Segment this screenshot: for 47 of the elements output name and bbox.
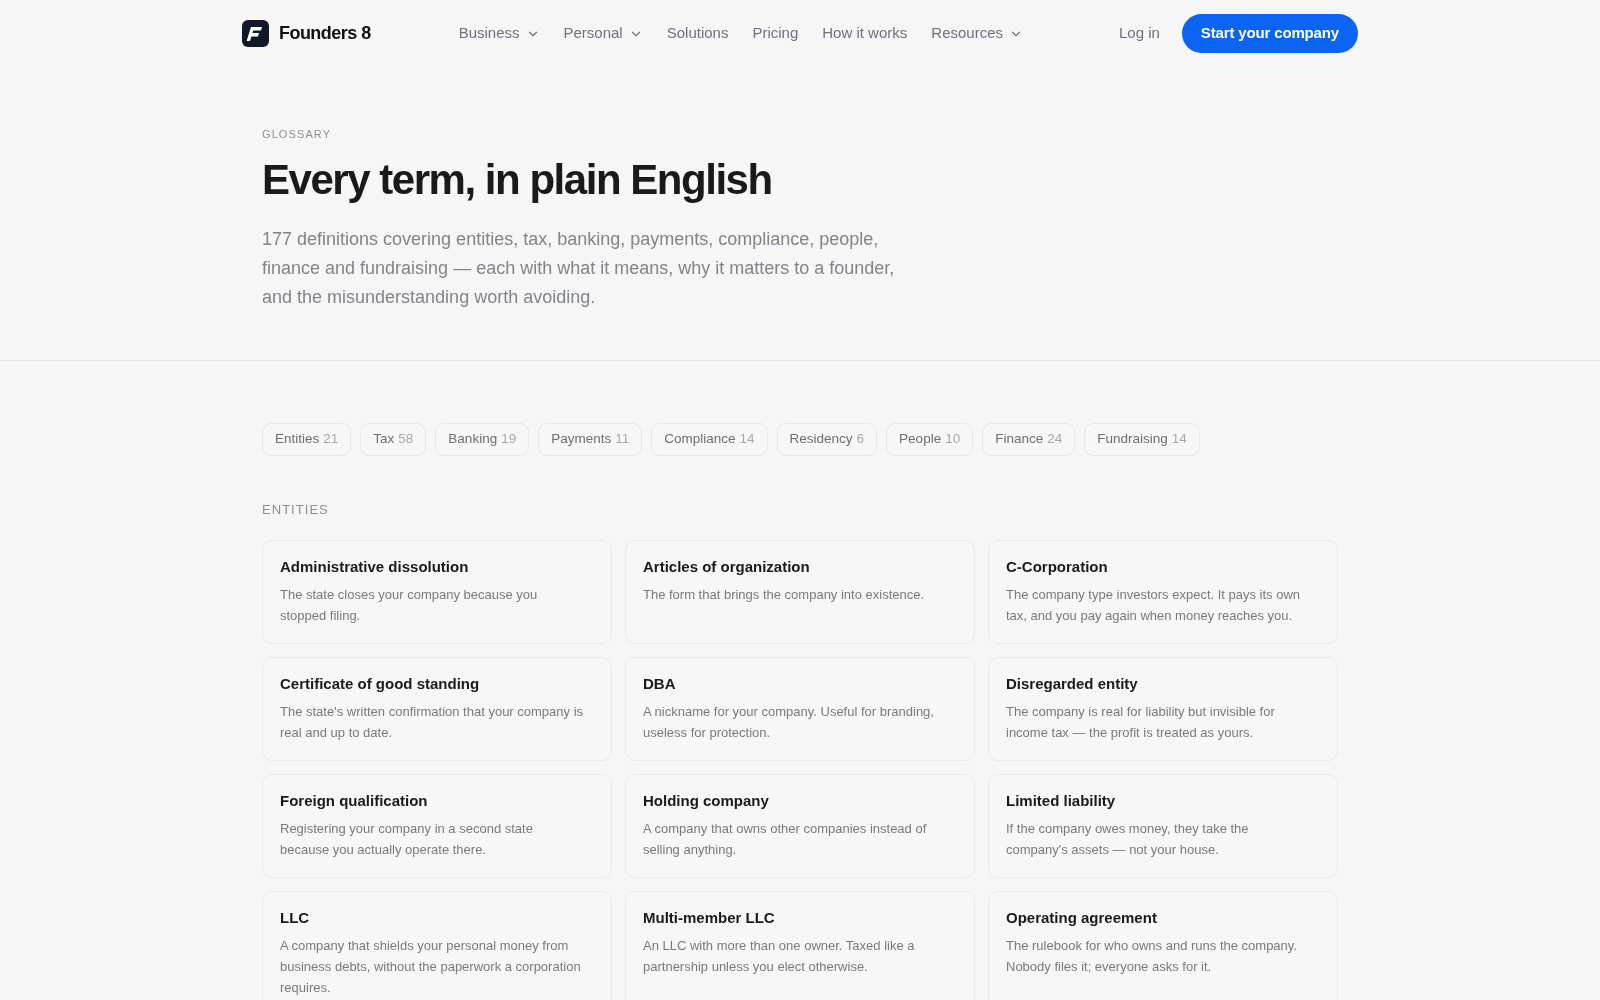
login-link[interactable]: Log in <box>1118 22 1160 45</box>
category-chip[interactable]: Banking 19 <box>435 423 530 456</box>
term-definition: A company that owns other companies instead of selling anything. <box>643 820 928 859</box>
category-chip[interactable]: Residency 6 <box>776 423 878 456</box>
term-definition: The company is real for liability but invisible for income tax — the profit is treated as yours. <box>1006 703 1276 742</box>
start-company-button[interactable]: Start your company <box>1181 14 1358 53</box>
term-definition: A company that shields your personal money from business debts, without the paperwork a corporation requires. <box>280 937 582 997</box>
category-chip[interactable]: Fundraising 14 <box>1084 423 1200 456</box>
term-definition: A nickname for your company. Useful for branding, useless for protection. <box>643 703 935 742</box>
brand-link[interactable]: Founders 8 <box>242 20 371 47</box>
term-title: Disregarded entity <box>1006 674 1138 694</box>
nav-link[interactable]: Pricing <box>752 22 799 45</box>
term-title: Limited liability <box>1006 791 1116 811</box>
term-title: LLC <box>280 908 310 928</box>
logo-icon <box>242 20 269 47</box>
term-definition: The company type investors expect. It pays its own tax, and you pay again when money reaches you. <box>1006 586 1302 625</box>
category-chip[interactable]: Tax 58 <box>360 423 427 456</box>
term-title: DBA <box>643 674 676 694</box>
term-title: C-Corporation <box>1006 557 1108 577</box>
category-chip[interactable]: Payments 11 <box>538 423 643 456</box>
category-chip[interactable]: Finance 24 <box>982 423 1076 456</box>
term-title: Administrative dissolution <box>280 557 469 577</box>
nav-link[interactable]: Personal <box>563 22 643 45</box>
eyebrow-label: GLOSSARY <box>262 127 332 141</box>
nav-link[interactable]: Solutions <box>666 22 729 45</box>
term-definition: The form that brings the company into existence. <box>643 586 926 604</box>
nav-link[interactable]: Business <box>458 22 540 45</box>
term-title: Operating agreement <box>1006 908 1157 928</box>
term-definition: The state's written confirmation that your company is real and up to date. <box>280 703 584 742</box>
category-chip[interactable]: People 10 <box>886 423 974 456</box>
nav-link[interactable]: How it works <box>822 22 908 45</box>
page-description: 177 definitions covering entities, tax, banking, payments, compliance, people, finance and fundraising — each with what it means, why it matters to a founder, and the misunderstanding worth avoiding. <box>262 228 896 309</box>
nav-link[interactable]: Resources <box>931 22 1023 45</box>
term-definition: Registering your company in a second state because you actually operate there. <box>280 820 534 859</box>
page-title: Every term, in plain English <box>262 155 772 205</box>
category-chip[interactable]: Entities 21 <box>262 423 352 456</box>
term-title: Holding company <box>643 791 769 811</box>
term-definition: An LLC with more than one owner. Taxed like a partnership unless you elect otherwise. <box>643 937 916 976</box>
term-title: Certificate of good standing <box>280 674 480 694</box>
term-title: Multi-member LLC <box>643 908 775 928</box>
section-heading: ENTITIES <box>262 502 329 518</box>
term-definition: The state closes your company because you stopped filing. <box>280 586 539 625</box>
category-chip[interactable]: Compliance 14 <box>651 423 768 456</box>
term-definition: If the company owes money, they take the company's assets — not your house. <box>1006 820 1250 859</box>
term-definition: The rulebook for who owns and runs the company. Nobody files it; everyone asks for it. <box>1006 937 1298 976</box>
term-title: Foreign qualification <box>280 791 428 811</box>
term-title: Articles of organization <box>643 557 810 577</box>
